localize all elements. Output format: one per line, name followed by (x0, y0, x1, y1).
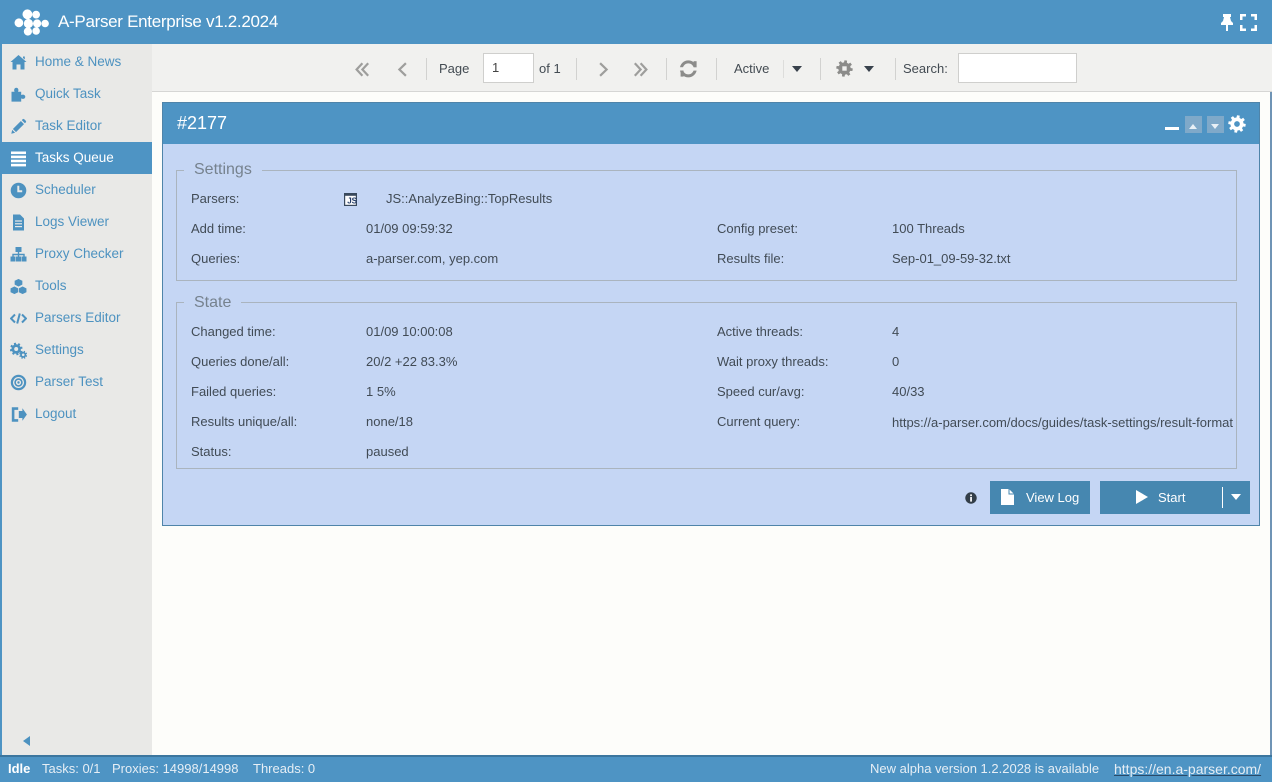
svg-text:JS: JS (347, 197, 357, 206)
